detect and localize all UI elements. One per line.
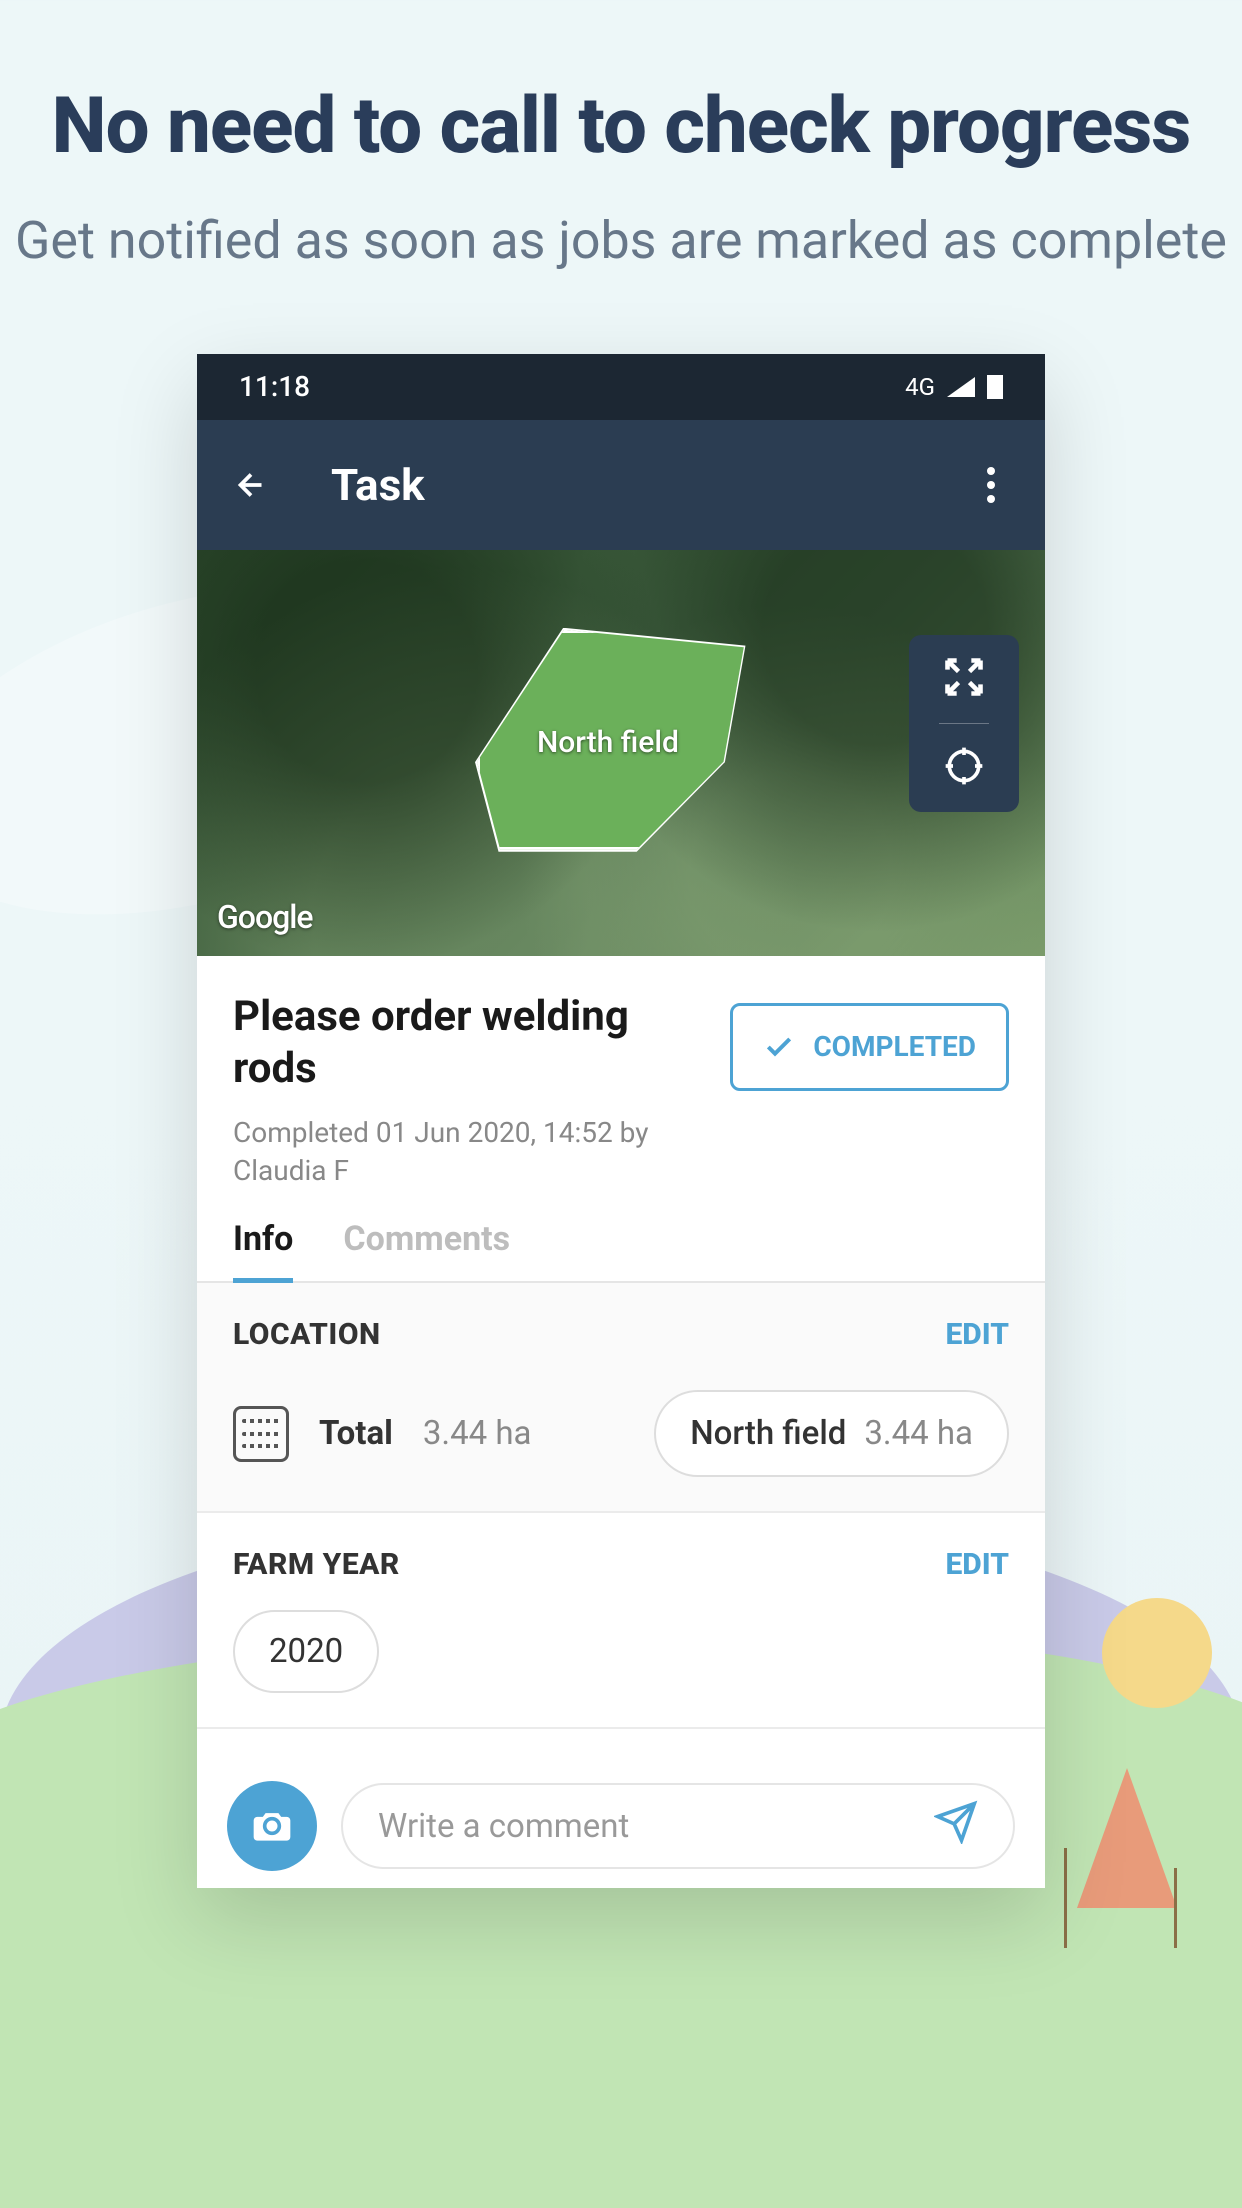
year-chip[interactable]: 2020	[233, 1610, 379, 1693]
map-attribution: Google	[217, 898, 313, 936]
bg-decoration	[1077, 1768, 1177, 1908]
bg-decoration	[1174, 1868, 1177, 1948]
total-area: 3.44 ha	[423, 1414, 532, 1453]
field-chip[interactable]: North field 3.44 ha	[654, 1390, 1009, 1477]
send-icon	[934, 1800, 978, 1844]
signal-icon	[947, 377, 975, 397]
status-bar: 11:18 4G	[197, 354, 1045, 420]
field-label: North field	[537, 725, 679, 760]
tab-comments[interactable]: Comments	[343, 1219, 510, 1281]
task-title: Please order welding rods	[233, 991, 700, 1096]
task-header: Please order welding rods Completed 01 J…	[197, 956, 1045, 1190]
status-time: 11:18	[239, 370, 310, 403]
phone-mockup: 11:18 4G Task North field	[197, 354, 1045, 1889]
arrow-left-icon	[233, 467, 269, 503]
camera-button[interactable]	[227, 1781, 317, 1871]
field-chip-name: North field	[690, 1414, 846, 1453]
location-heading: LOCATION	[233, 1317, 381, 1352]
field-icon	[233, 1406, 289, 1462]
battery-icon	[987, 375, 1003, 399]
edit-farm-year-button[interactable]: EDIT	[945, 1547, 1009, 1582]
expand-icon	[942, 655, 986, 699]
crosshair-icon	[942, 744, 986, 788]
bg-decoration	[1102, 1598, 1212, 1708]
hero-subtitle: Get notified as soon as jobs are marked …	[0, 209, 1242, 273]
camera-icon	[250, 1804, 294, 1848]
comment-placeholder: Write a comment	[378, 1807, 629, 1846]
edit-location-button[interactable]: EDIT	[945, 1317, 1009, 1352]
comment-input[interactable]: Write a comment	[341, 1783, 1015, 1869]
field-chip-area: 3.44 ha	[864, 1414, 973, 1453]
more-menu-button[interactable]	[971, 467, 1011, 503]
screen-title: Task	[331, 459, 971, 511]
check-icon	[763, 1031, 795, 1063]
location-section: LOCATION EDIT Total 3.44 ha North field …	[197, 1283, 1045, 1513]
total-label: Total	[319, 1414, 393, 1453]
map-controls	[909, 635, 1019, 812]
fullscreen-button[interactable]	[942, 655, 986, 703]
back-button[interactable]	[231, 465, 271, 505]
farm-year-heading: FARM YEAR	[233, 1547, 400, 1582]
bg-decoration	[1064, 1848, 1067, 1948]
locate-button[interactable]	[942, 744, 986, 792]
hero-title: No need to call to check progress	[0, 85, 1242, 169]
network-label: 4G	[905, 373, 935, 401]
task-completed-meta: Completed 01 Jun 2020, 14:52 by Claudia …	[233, 1114, 700, 1190]
farm-year-section: FARM YEAR EDIT 2020	[197, 1513, 1045, 1729]
completed-badge[interactable]: COMPLETED	[730, 1003, 1009, 1091]
completed-label: COMPLETED	[813, 1030, 976, 1063]
tab-info[interactable]: Info	[233, 1219, 293, 1281]
status-icons: 4G	[905, 373, 1003, 401]
comment-bar: Write a comment	[197, 1764, 1045, 1888]
more-icon	[987, 467, 995, 475]
tabs: Info Comments	[197, 1189, 1045, 1283]
send-button[interactable]	[934, 1800, 978, 1853]
app-bar: Task	[197, 420, 1045, 550]
map-view[interactable]: North field Google	[197, 550, 1045, 956]
